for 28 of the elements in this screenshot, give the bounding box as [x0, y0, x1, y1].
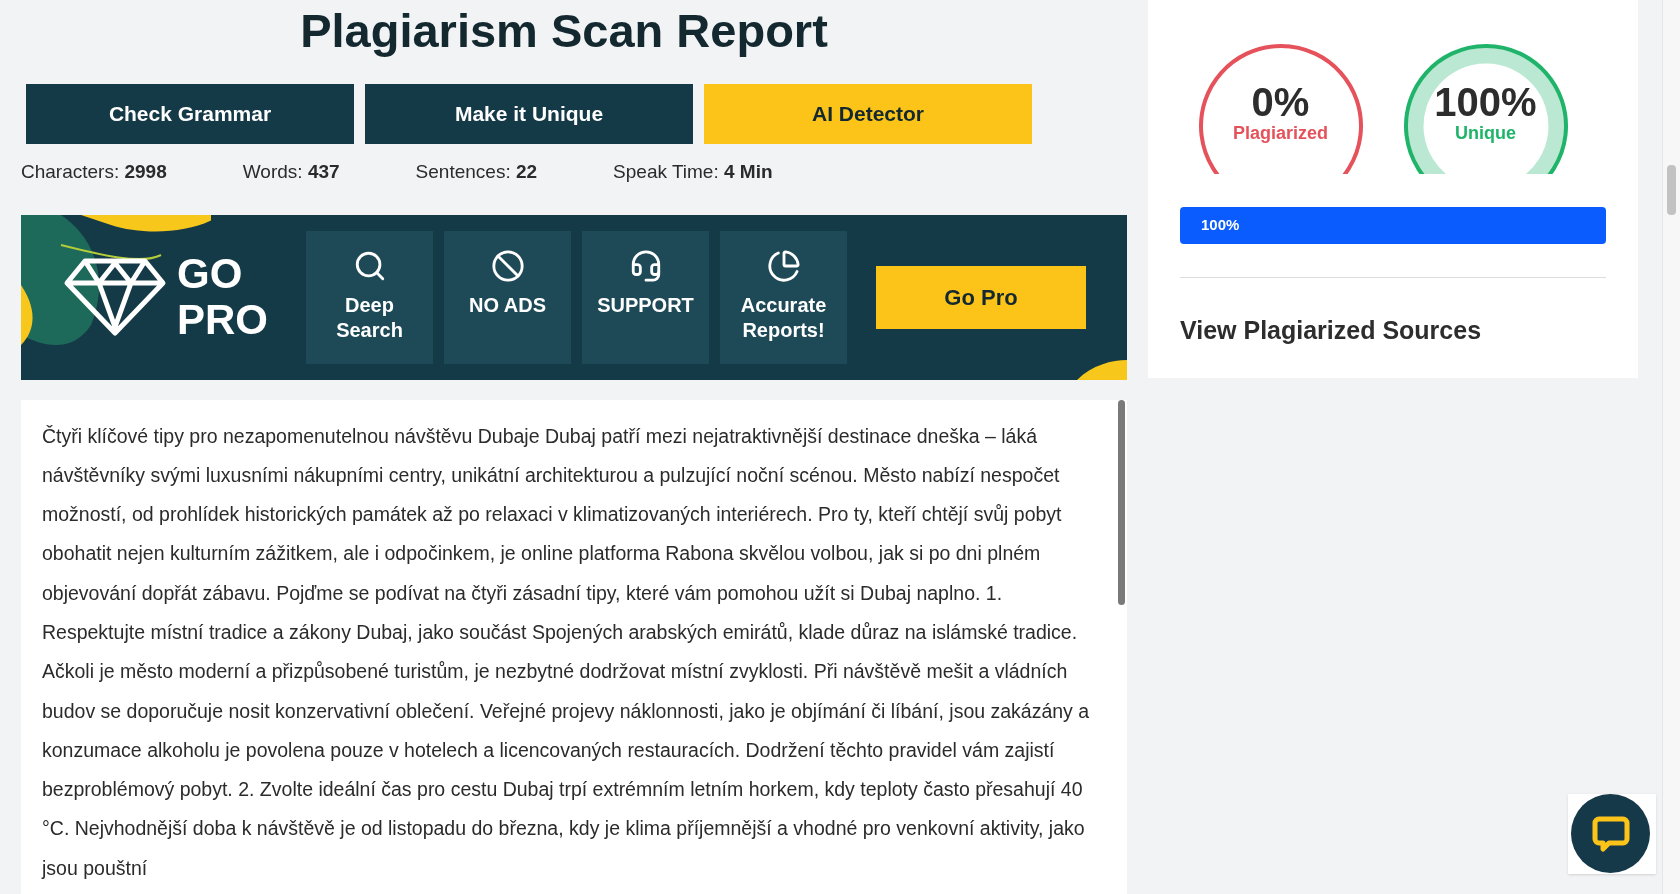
gauge-label: Plagiarized — [1232, 122, 1328, 145]
feature-label: Deep Search — [335, 292, 404, 343]
action-button[interactable]: AI Detector — [704, 84, 1032, 144]
page-scrollbar-thumb[interactable] — [1667, 165, 1676, 215]
feature-label: NO ADS — [467, 292, 547, 318]
sources-heading: View Plagiarized Sources — [1180, 315, 1483, 346]
go-pro-button[interactable]: Go Pro — [876, 265, 1086, 329]
feature-label: SUPPORT — [596, 292, 695, 318]
gauge-label: Unique — [1455, 122, 1516, 145]
action-button[interactable]: Check Grammar — [26, 84, 354, 144]
document-text: Čtyři klíčové tipy pro nezapomenutelnou návštěvu Dubaje Dubaj patří mezi nejatraktivnější destinace dneška – láká návštěvníky svými luxusními nákupními centry, unikátní architekturou a pulzující noční scénou. Město nabízí nespočet možností, od prohlídek historických památek až po relaxaci v klimatizovaných interiérech. Pro ty, kteří chtějí svůj pobyt obohatit nejen kulturním zážitkem, ale i odpočinkem, je online platforma Rabona skvělou volbou, jak si po dni plném objevování dopřát zábavu. Pojďme se podívat na čtyři zásadní tipy, které vám pomohou užít si Dubaj naplno. 1. Respektujte místní tradice a zákony Dubaj, jako součást Spojených arabských emirátů, klade důraz na islámské tradice. Ačkoli je město moderní a přizpůsobené turistům, je nezbytné dodržovat místní zvyklosti. Při návštěvě mešit a vládních budov se doporučuje nosit konzervativní oblečení. Veřejné projevy náklonnosti, jako je objímání či líbání, jsou zakázány a konzumace alkoholu je povolena pouze v hotelech a licencovaných restauracích. Dodržení těchto pravidel vám zajistí bezproblémový pobyt. 2. Zvolte ideální čas pro cestu Dubaj trpí extrémním letním horkem, kdy teploty často přesahují 40 °C. Nejvhodnější doba k návštěvě je od listopadu do března, kdy je klima příjemnější a vhodné pro venkovní aktivity, jako jsou pouštní — [42, 423, 1091, 881]
progress-label: 100% — [1200, 215, 1240, 236]
pie-chart-icon — [766, 248, 801, 283]
logo-text: PRO — [177, 297, 268, 343]
logo-text: GO — [177, 251, 244, 297]
corner-decoration-drawing — [1077, 359, 1127, 380]
gauge-value: 0% — [1251, 82, 1310, 122]
stat-text: Sentences: 22 — [415, 160, 538, 184]
diamond-icon — [63, 257, 167, 337]
action-button[interactable]: Make it Unique — [365, 84, 693, 144]
gauge-value: 100% — [1434, 82, 1537, 122]
stat-text: Speak Time: 4 Min — [613, 160, 773, 184]
prohibited-icon — [490, 248, 525, 283]
stat-text: Words: 437 — [242, 160, 340, 184]
page-title: Plagiarism Scan Report — [299, 5, 829, 57]
feature-label: Accurate Reports! — [739, 292, 828, 343]
stat-text: Characters: 2998 — [21, 160, 167, 184]
scrollbar-thumb[interactable] — [1118, 399, 1125, 605]
